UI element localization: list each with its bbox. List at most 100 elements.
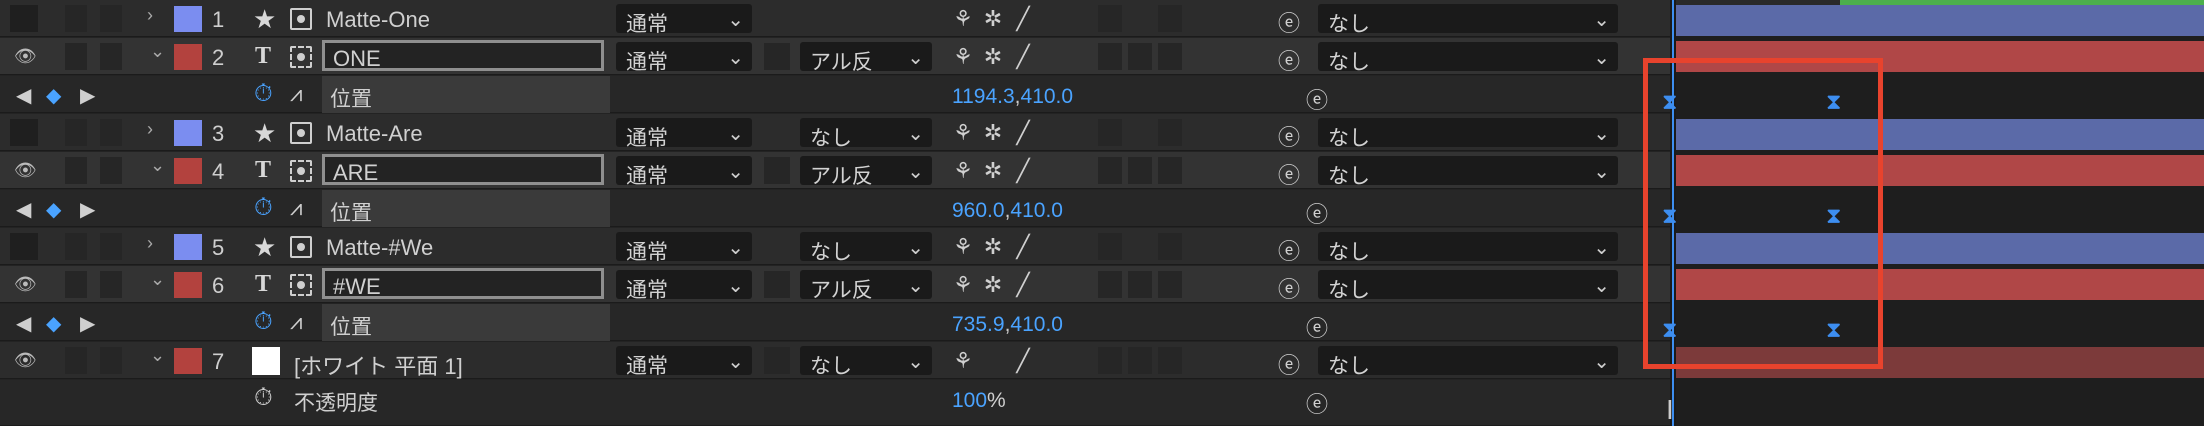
property-row[interactable]: ◀ ◆ ▶ ⏱ ⩘ 位置 1194.3,410.0 ⓔ — [0, 76, 1670, 113]
switch-box[interactable] — [1098, 43, 1122, 70]
property-row[interactable]: ◀ ◆ ▶ ⏱ ⩘ 位置 735.9,410.0 ⓔ — [0, 304, 1670, 341]
layer-switches[interactable]: ⚘ ╱ — [948, 348, 1038, 374]
switch-box[interactable] — [1158, 347, 1182, 374]
layer-switches[interactable]: ⚘ ✲ ╱ — [948, 120, 1038, 146]
layer-switches[interactable]: ⚘ ✲ ╱ — [948, 6, 1038, 32]
parent-select[interactable]: なし ⌄ — [1318, 42, 1618, 74]
property-row[interactable]: ⏱ 不透明度 100% ⓔ — [0, 380, 1670, 426]
lock-toggle[interactable] — [100, 5, 122, 32]
blend-mode-select[interactable]: 通常 ⌄ — [616, 156, 752, 188]
quality-icon[interactable] — [290, 274, 312, 296]
chevron-down-icon[interactable]: ⌄ — [150, 41, 165, 62]
spiral-icon[interactable]: ⓔ — [1306, 197, 1328, 229]
lock-toggle[interactable] — [100, 157, 122, 184]
position-value[interactable]: 1194.3,410.0 — [952, 85, 1073, 109]
layer-row[interactable]: 👁 ⌄ 7 [ホワイト 平面 1] 通常 ⌄ なし ⌄ ⚘ ╱ ⓔ なし ⌄ — [0, 342, 1670, 379]
layer-row[interactable]: 👁 ⌄ 2 T ONE 通常 ⌄ アル反 ⌄ ⚘ ✲ ╱ ⓔ なし ⌄ — [0, 38, 1670, 75]
track-matte-select[interactable]: アル反 ⌄ — [800, 156, 932, 188]
layer-row[interactable]: › 1 ★ Matte-One 通常 ⌄ ⚘ ✲ ╱ ⓔ なし ⌄ — [0, 0, 1670, 37]
blend-mode-select[interactable]: 通常 ⌄ — [616, 42, 752, 74]
layer-row[interactable]: 👁 ⌄ 6 T #WE 通常 ⌄ アル反 ⌄ ⚘ ✲ ╱ ⓔ なし ⌄ — [0, 266, 1670, 303]
blend-mode-select[interactable]: 通常 ⌄ — [616, 346, 752, 378]
preserve-transparency-toggle[interactable] — [764, 157, 790, 184]
parent-select[interactable]: なし ⌄ — [1318, 118, 1618, 150]
switch-box[interactable] — [1098, 271, 1122, 298]
layer-switches[interactable]: ⚘ ✲ ╱ — [948, 158, 1038, 184]
track-matte-select[interactable]: なし ⌄ — [800, 232, 932, 264]
chevron-right-icon[interactable]: › — [147, 233, 153, 254]
switch-box[interactable] — [1098, 157, 1122, 184]
chevron-down-icon[interactable]: ⌄ — [150, 345, 165, 366]
stopwatch-icon[interactable]: ⏱ — [254, 194, 273, 222]
blend-mode-select[interactable]: 通常 ⌄ — [616, 118, 752, 150]
parent-select[interactable]: なし ⌄ — [1318, 156, 1618, 188]
layer-row[interactable]: › 5 ★ Matte-#We 通常 ⌄ なし ⌄ ⚘ ✲ ╱ ⓔ なし ⌄ — [0, 228, 1670, 265]
preserve-transparency-toggle[interactable] — [764, 271, 790, 298]
graph-icon[interactable]: ⩘ — [290, 309, 302, 335]
parent-select[interactable]: なし ⌄ — [1318, 270, 1618, 302]
video-toggle[interactable] — [10, 119, 38, 146]
switch-box[interactable] — [1098, 5, 1122, 32]
spiral-icon[interactable]: ⓔ — [1278, 234, 1300, 266]
preserve-transparency-toggle[interactable] — [764, 347, 790, 374]
solo-toggle[interactable] — [65, 119, 87, 146]
add-keyframe-icon[interactable]: ◆ — [46, 197, 61, 222]
label-color-swatch[interactable] — [174, 272, 202, 298]
prev-keyframe-icon[interactable]: ◀ — [16, 311, 31, 336]
lock-toggle[interactable] — [100, 271, 122, 298]
stopwatch-icon[interactable]: ⏱ — [254, 384, 273, 412]
chevron-down-icon[interactable]: ⌄ — [150, 155, 165, 176]
spiral-icon[interactable]: ⓔ — [1278, 44, 1300, 76]
solo-toggle[interactable] — [65, 347, 87, 374]
layer-name[interactable]: Matte-#We — [326, 235, 433, 261]
switch-box[interactable] — [1098, 119, 1122, 146]
lock-toggle[interactable] — [100, 43, 122, 70]
prev-keyframe-icon[interactable]: ◀ — [16, 197, 31, 222]
switch-box[interactable] — [1128, 157, 1152, 184]
prev-keyframe-icon[interactable]: ◀ — [16, 83, 31, 108]
label-color-swatch[interactable] — [174, 120, 202, 146]
stopwatch-icon[interactable]: ⏱ — [254, 80, 273, 108]
solo-toggle[interactable] — [65, 233, 87, 260]
layer-name-field[interactable]: ONE — [322, 40, 604, 71]
switch-box[interactable] — [1158, 271, 1182, 298]
label-color-swatch[interactable] — [174, 234, 202, 260]
switch-box[interactable] — [1128, 271, 1152, 298]
switch-box[interactable] — [1158, 157, 1182, 184]
switch-box[interactable] — [1128, 347, 1152, 374]
chevron-right-icon[interactable]: › — [147, 5, 153, 26]
property-row[interactable]: ◀ ◆ ▶ ⏱ ⩘ 位置 960.0,410.0 ⓔ — [0, 190, 1670, 227]
preserve-transparency-toggle[interactable] — [764, 43, 790, 70]
label-color-swatch[interactable] — [174, 158, 202, 184]
solo-toggle[interactable] — [65, 157, 87, 184]
video-toggle[interactable] — [10, 5, 38, 32]
spiral-icon[interactable]: ⓔ — [1278, 348, 1300, 380]
spiral-icon[interactable]: ⓔ — [1306, 311, 1328, 343]
lock-toggle[interactable] — [100, 119, 122, 146]
eye-icon[interactable]: 👁 — [14, 275, 37, 293]
next-keyframe-icon[interactable]: ▶ — [80, 311, 95, 336]
layer-row[interactable]: › 3 ★ Matte-Are 通常 ⌄ なし ⌄ ⚘ ✲ ╱ ⓔ なし ⌄ — [0, 114, 1670, 151]
quality-icon[interactable] — [290, 236, 312, 258]
layer-name-field[interactable]: ARE — [322, 154, 604, 185]
parent-select[interactable]: なし ⌄ — [1318, 346, 1618, 378]
label-color-swatch[interactable] — [174, 6, 202, 32]
track-matte-select[interactable]: なし ⌄ — [800, 118, 932, 150]
position-value[interactable]: 735.9,410.0 — [952, 313, 1063, 337]
quality-icon[interactable] — [290, 46, 312, 68]
chevron-right-icon[interactable]: › — [147, 119, 153, 140]
solo-toggle[interactable] — [65, 43, 87, 70]
layer-name[interactable]: [ホワイト 平面 1] — [294, 349, 463, 381]
lock-toggle[interactable] — [100, 347, 122, 374]
quality-icon[interactable] — [290, 8, 312, 30]
blend-mode-select[interactable]: 通常 ⌄ — [616, 232, 752, 264]
switch-box[interactable] — [1158, 233, 1182, 260]
layer-row[interactable]: 👁 ⌄ 4 T ARE 通常 ⌄ アル反 ⌄ ⚘ ✲ ╱ ⓔ なし ⌄ — [0, 152, 1670, 189]
next-keyframe-icon[interactable]: ▶ — [80, 197, 95, 222]
add-keyframe-icon[interactable]: ◆ — [46, 311, 61, 336]
layer-switches[interactable]: ⚘ ✲ ╱ — [948, 234, 1038, 260]
track-matte-select[interactable]: アル反 ⌄ — [800, 42, 932, 74]
spiral-icon[interactable]: ⓔ — [1278, 272, 1300, 304]
video-toggle[interactable] — [10, 233, 38, 260]
opacity-value[interactable]: 100% — [952, 389, 1006, 413]
